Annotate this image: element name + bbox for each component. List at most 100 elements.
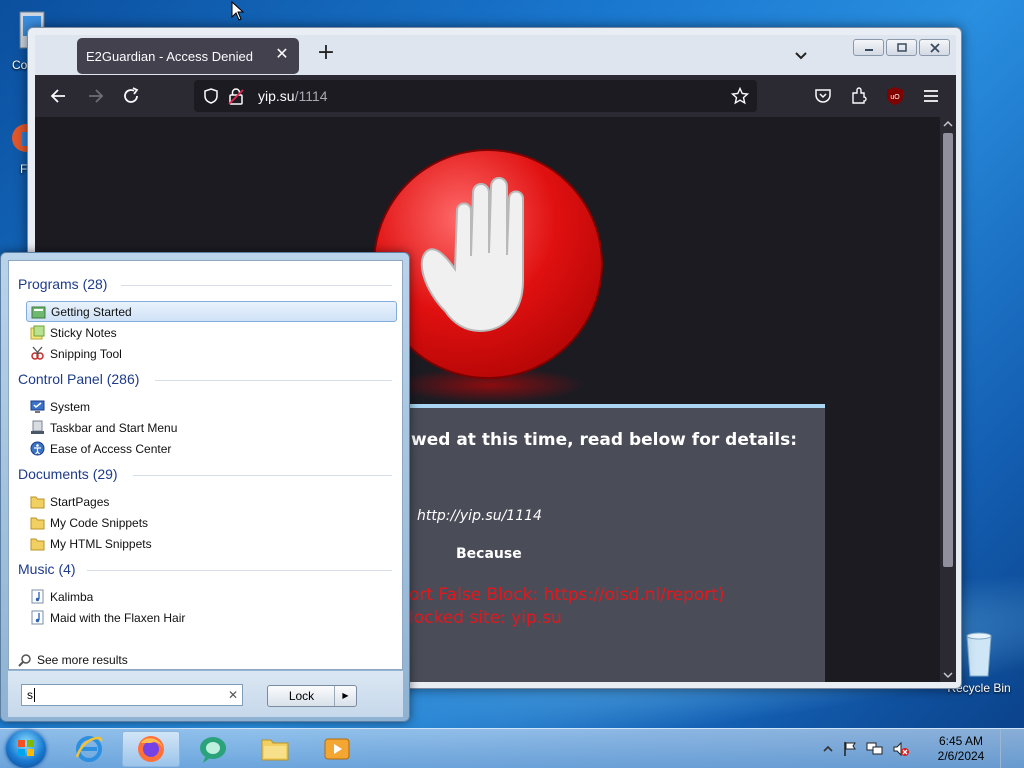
scroll-down-icon[interactable]	[943, 671, 953, 679]
result-my-code-snippets[interactable]: My Code Snippets	[26, 512, 397, 533]
result-ease-of-access[interactable]: Ease of Access Center	[26, 438, 397, 459]
result-sticky-notes[interactable]: Sticky Notes	[26, 322, 397, 343]
result-label: Getting Started	[51, 304, 132, 319]
new-tab-button[interactable]: +	[314, 41, 338, 65]
result-label: My HTML Snippets	[50, 536, 152, 551]
mouse-cursor-icon	[231, 1, 245, 21]
app-menu-button[interactable]	[919, 84, 943, 108]
result-label: StartPages	[50, 494, 110, 509]
search-input-value: s	[27, 688, 33, 702]
tab-e2guardian[interactable]: E2Guardian - Access Denied ✕	[77, 38, 299, 74]
section-header-documents[interactable]: Documents (29)	[18, 466, 118, 482]
clock-time: 6:45 AM	[938, 734, 984, 748]
start-button[interactable]	[6, 730, 46, 768]
minimize-button[interactable]	[853, 39, 884, 56]
result-label: System	[50, 399, 91, 414]
taskbar-chat-app[interactable]	[184, 731, 242, 767]
extensions-button[interactable]	[847, 84, 871, 108]
sticky-notes-icon	[30, 325, 45, 340]
result-getting-started[interactable]: Getting Started	[26, 301, 397, 322]
section-divider	[155, 380, 392, 381]
see-more-results-link[interactable]: See more results	[18, 653, 128, 667]
lock-button[interactable]: Lock ▶	[267, 685, 357, 707]
taskbar-internet-explorer[interactable]	[60, 731, 118, 767]
section-header-music[interactable]: Music (4)	[18, 561, 76, 577]
ublock-button[interactable]: uO	[883, 84, 907, 108]
scrollbar-thumb[interactable]	[943, 133, 953, 567]
result-label: Kalimba	[50, 589, 94, 604]
getting-started-icon	[31, 306, 46, 319]
section-divider	[133, 475, 392, 476]
result-label: Taskbar and Start Menu	[50, 420, 178, 435]
address-bar[interactable]: yip.su/1114	[194, 80, 757, 112]
vertical-scrollbar[interactable]	[940, 117, 956, 682]
result-label: My Code Snippets	[50, 515, 149, 530]
clear-search-icon[interactable]: ✕	[228, 685, 238, 705]
restore-icon	[896, 42, 907, 52]
music-file-icon	[31, 610, 44, 625]
action-center-flag-icon[interactable]	[842, 741, 858, 757]
folder-icon	[30, 496, 45, 509]
lock-label: Lock	[288, 689, 315, 703]
start-menu: Programs (28) Getting Started Sticky Not…	[0, 252, 410, 722]
reload-button[interactable]	[119, 84, 143, 108]
search-results-pane: Programs (28) Getting Started Sticky Not…	[8, 260, 403, 670]
taskbar-firefox[interactable]	[122, 731, 180, 767]
result-my-html-snippets[interactable]: My HTML Snippets	[26, 533, 397, 554]
section-header-control-panel[interactable]: Control Panel (286)	[18, 371, 139, 387]
url-text[interactable]: yip.su/1114	[258, 88, 328, 104]
network-icon[interactable]	[866, 741, 884, 757]
deny-url: http://yip.su/1114	[417, 508, 542, 524]
maximize-button[interactable]	[886, 39, 917, 56]
reload-icon	[124, 87, 139, 103]
music-file-icon	[31, 589, 44, 604]
bookmark-star-icon[interactable]	[731, 87, 749, 105]
tab-title: E2Guardian - Access Denied	[86, 48, 253, 64]
deny-headline: wed at this time, read below for details…	[411, 430, 798, 450]
volume-muted-icon[interactable]	[892, 741, 910, 757]
ublock-origin-icon: uO	[887, 87, 903, 105]
window-controls	[853, 39, 950, 56]
show-hidden-icons-icon[interactable]	[822, 743, 834, 755]
close-tab-icon[interactable]: ✕	[273, 46, 291, 64]
hamburger-menu-icon	[924, 90, 938, 102]
clock-date: 2/6/2024	[937, 749, 985, 763]
pocket-button[interactable]	[811, 84, 835, 108]
taskbar: 6:45 AM 2/6/2024	[0, 728, 1024, 768]
text-caret	[34, 688, 35, 702]
result-kalimba[interactable]: Kalimba	[26, 586, 397, 607]
result-system[interactable]: System	[26, 396, 397, 417]
internet-explorer-icon	[75, 736, 103, 762]
close-window-button[interactable]	[919, 39, 950, 56]
show-desktop-button[interactable]	[1000, 729, 1014, 768]
system-icon	[30, 400, 45, 413]
result-snipping-tool[interactable]: Snipping Tool	[26, 343, 397, 364]
result-startpages[interactable]: StartPages	[26, 491, 397, 512]
list-all-tabs-button[interactable]	[789, 43, 813, 67]
result-maid-with-flaxen-hair[interactable]: Maid with the Flaxen Hair	[26, 607, 397, 628]
pocket-icon	[815, 89, 831, 103]
back-button[interactable]	[47, 84, 71, 108]
result-label: Sticky Notes	[50, 325, 117, 340]
chevron-down-icon	[795, 52, 807, 60]
folder-icon	[261, 739, 289, 761]
power-options-arrow-icon[interactable]: ▶	[334, 686, 356, 706]
forward-arrow-icon	[89, 89, 104, 103]
result-label: Ease of Access Center	[50, 441, 172, 456]
chat-bubble-icon	[200, 737, 226, 763]
shield-icon[interactable]	[202, 87, 220, 105]
taskbar-file-explorer[interactable]	[246, 731, 304, 767]
svg-text:uO: uO	[890, 94, 900, 101]
section-header-programs[interactable]: Programs (28)	[18, 276, 107, 292]
start-search-input[interactable]: s ✕	[21, 684, 243, 706]
section-divider	[121, 285, 392, 286]
windows-logo-icon	[18, 740, 34, 756]
result-taskbar-start-menu[interactable]: Taskbar and Start Menu	[26, 417, 397, 438]
insecure-lock-icon[interactable]	[228, 87, 244, 105]
taskbar-media-player[interactable]	[308, 731, 366, 767]
deny-blocked-line: locked site: yip.su	[409, 608, 562, 628]
scroll-up-icon[interactable]	[943, 120, 953, 128]
section-divider	[87, 570, 392, 571]
forward-button[interactable]	[83, 84, 107, 108]
clock[interactable]: 6:45 AM 2/6/2024	[930, 734, 992, 764]
